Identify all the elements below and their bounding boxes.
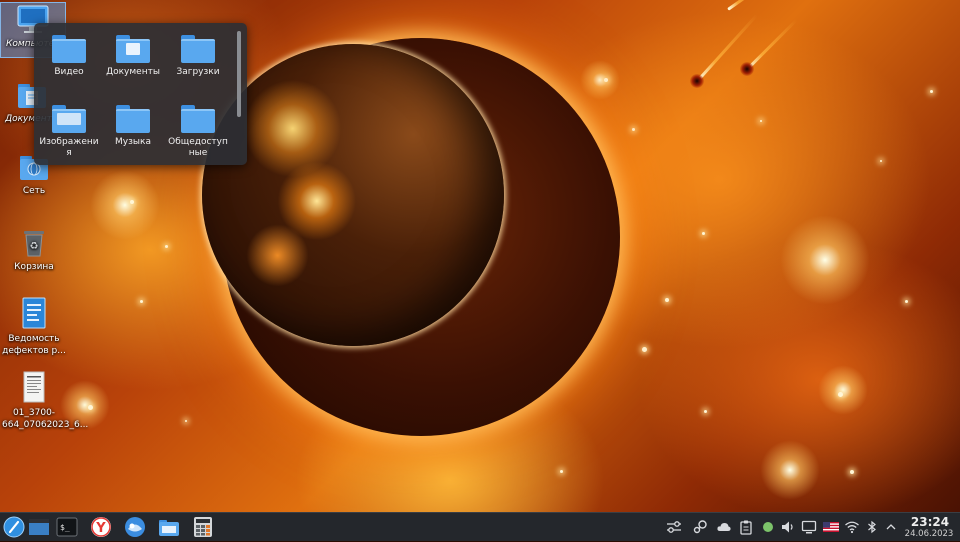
tray-steam-button[interactable] bbox=[692, 519, 708, 535]
popup-item-label: Изображения bbox=[39, 137, 99, 158]
wallpaper-star bbox=[130, 200, 134, 204]
desktop-icon-label: Корзина bbox=[14, 262, 54, 272]
wallpaper-star bbox=[760, 120, 762, 122]
popup-item-label: Музыка bbox=[115, 137, 151, 147]
wallpaper-star bbox=[165, 245, 168, 248]
svg-text:♻: ♻ bbox=[30, 241, 39, 252]
mail-client-icon bbox=[125, 517, 145, 537]
file-manager-icon bbox=[159, 520, 179, 536]
downloads-folder-icon bbox=[181, 35, 215, 63]
popup-item-documents[interactable]: Документы bbox=[101, 35, 165, 78]
music-folder-icon bbox=[116, 105, 150, 133]
wallpaper-star bbox=[560, 470, 563, 473]
wallpaper-star bbox=[88, 405, 93, 410]
taskbar: $_ Y 23:24 24.06.2023 bbox=[0, 512, 960, 541]
scanned-document-icon bbox=[23, 371, 45, 403]
desktop-icon-spreadsheet-file[interactable]: Ведомость дефектов р... bbox=[2, 296, 66, 357]
folder-view-popup[interactable]: Видео Документы Загрузки Изображения Муз… bbox=[34, 23, 247, 165]
wallpaper-flare bbox=[818, 365, 868, 415]
desktop-icon-pdf-file[interactable]: 01_3700-664_07062023_6... bbox=[2, 370, 88, 431]
popup-item-music[interactable]: Музыка bbox=[101, 105, 165, 148]
tray-wifi-button[interactable] bbox=[844, 519, 860, 535]
documents-folder-icon bbox=[116, 35, 150, 63]
wallpaper-flare bbox=[580, 60, 620, 100]
videos-folder-icon bbox=[52, 35, 86, 63]
start-menu-icon bbox=[3, 516, 25, 538]
document-file-icon bbox=[22, 297, 46, 329]
wallpaper-front-planet bbox=[202, 44, 504, 346]
wallpaper-star bbox=[702, 232, 705, 235]
desktop-icon-trash[interactable]: ♻ Корзина bbox=[2, 226, 66, 273]
show-desktop-icon bbox=[29, 519, 49, 535]
popup-item-label: Видео bbox=[54, 67, 84, 77]
wallpaper-star bbox=[604, 78, 608, 82]
file-manager-button[interactable] bbox=[158, 516, 180, 538]
tray-display-button[interactable] bbox=[801, 519, 817, 535]
wallpaper-star bbox=[140, 300, 143, 303]
calculator-button[interactable] bbox=[192, 516, 214, 538]
wallpaper-comet bbox=[745, 18, 798, 71]
wifi-icon bbox=[845, 521, 859, 534]
wallpaper-comet bbox=[727, 0, 762, 11]
wallpaper-star bbox=[704, 410, 707, 413]
popup-item-public[interactable]: Общедоступные bbox=[166, 105, 230, 159]
wallpaper-flare bbox=[760, 440, 820, 500]
steam-icon bbox=[693, 520, 707, 534]
tray-expand-chevron-icon bbox=[886, 524, 896, 530]
settings-sliders-icon bbox=[667, 521, 681, 533]
wallpaper-star bbox=[665, 298, 669, 302]
cloud-sync-icon bbox=[717, 523, 731, 531]
popup-item-label: Общедоступные bbox=[168, 137, 228, 158]
clock-date: 24.06.2023 bbox=[904, 529, 954, 539]
tray-settings-button[interactable] bbox=[666, 519, 682, 535]
clock-time: 23:24 bbox=[910, 515, 950, 529]
wallpaper-star bbox=[642, 347, 647, 352]
show-desktop-button[interactable] bbox=[28, 516, 50, 538]
desktop-icon-label: Сеть bbox=[22, 186, 46, 196]
wallpaper-flare bbox=[780, 215, 870, 305]
wallpaper-star bbox=[838, 392, 843, 397]
yandex-browser-button[interactable]: Y bbox=[90, 516, 112, 538]
calculator-icon bbox=[194, 517, 212, 537]
clipboard-icon bbox=[740, 520, 752, 535]
start-menu-button[interactable] bbox=[3, 516, 25, 538]
tray-volume-button[interactable] bbox=[780, 519, 796, 535]
wallpaper-star bbox=[185, 420, 187, 422]
popup-item-downloads[interactable]: Загрузки bbox=[166, 35, 230, 78]
keyboard-layout-us-flag-icon bbox=[823, 522, 839, 532]
trash-icon: ♻ bbox=[24, 231, 44, 257]
pictures-folder-icon bbox=[52, 105, 86, 133]
wallpaper-star bbox=[930, 90, 933, 93]
public-folder-icon bbox=[181, 105, 215, 133]
tray-expand-button[interactable] bbox=[883, 519, 899, 535]
popup-item-label: Документы bbox=[106, 67, 160, 77]
wallpaper-star bbox=[905, 300, 908, 303]
svg-text:$_: $_ bbox=[60, 523, 70, 532]
bluetooth-icon bbox=[868, 520, 876, 534]
tray-cloud-button[interactable] bbox=[716, 519, 732, 535]
tray-status-button[interactable] bbox=[760, 519, 776, 535]
wallpaper-comet-head bbox=[690, 74, 704, 88]
terminal-icon: $_ bbox=[56, 517, 78, 537]
volume-icon bbox=[782, 521, 793, 533]
popup-item-label: Загрузки bbox=[176, 67, 220, 77]
popup-item-videos[interactable]: Видео bbox=[37, 35, 101, 78]
wallpaper-star bbox=[632, 128, 635, 131]
status-dot-icon bbox=[763, 522, 773, 532]
tray-bluetooth-button[interactable] bbox=[864, 519, 880, 535]
wallpaper-star bbox=[850, 470, 854, 474]
terminal-button[interactable]: $_ bbox=[56, 516, 78, 538]
popup-scrollbar[interactable] bbox=[237, 31, 241, 117]
tray-keyboard-layout-button[interactable] bbox=[822, 519, 839, 535]
tray-clipboard-button[interactable] bbox=[738, 519, 754, 535]
wallpaper-star bbox=[880, 160, 882, 162]
popup-item-pictures[interactable]: Изображения bbox=[37, 105, 101, 159]
desktop-icon-label: Ведомость дефектов р... bbox=[2, 334, 66, 356]
display-icon bbox=[801, 520, 817, 534]
wallpaper-comet-head bbox=[740, 62, 754, 76]
wallpaper-flare bbox=[90, 170, 160, 240]
yandex-browser-icon: Y bbox=[91, 517, 111, 537]
svg-text:Y: Y bbox=[95, 521, 106, 536]
mail-client-button[interactable] bbox=[124, 516, 146, 538]
